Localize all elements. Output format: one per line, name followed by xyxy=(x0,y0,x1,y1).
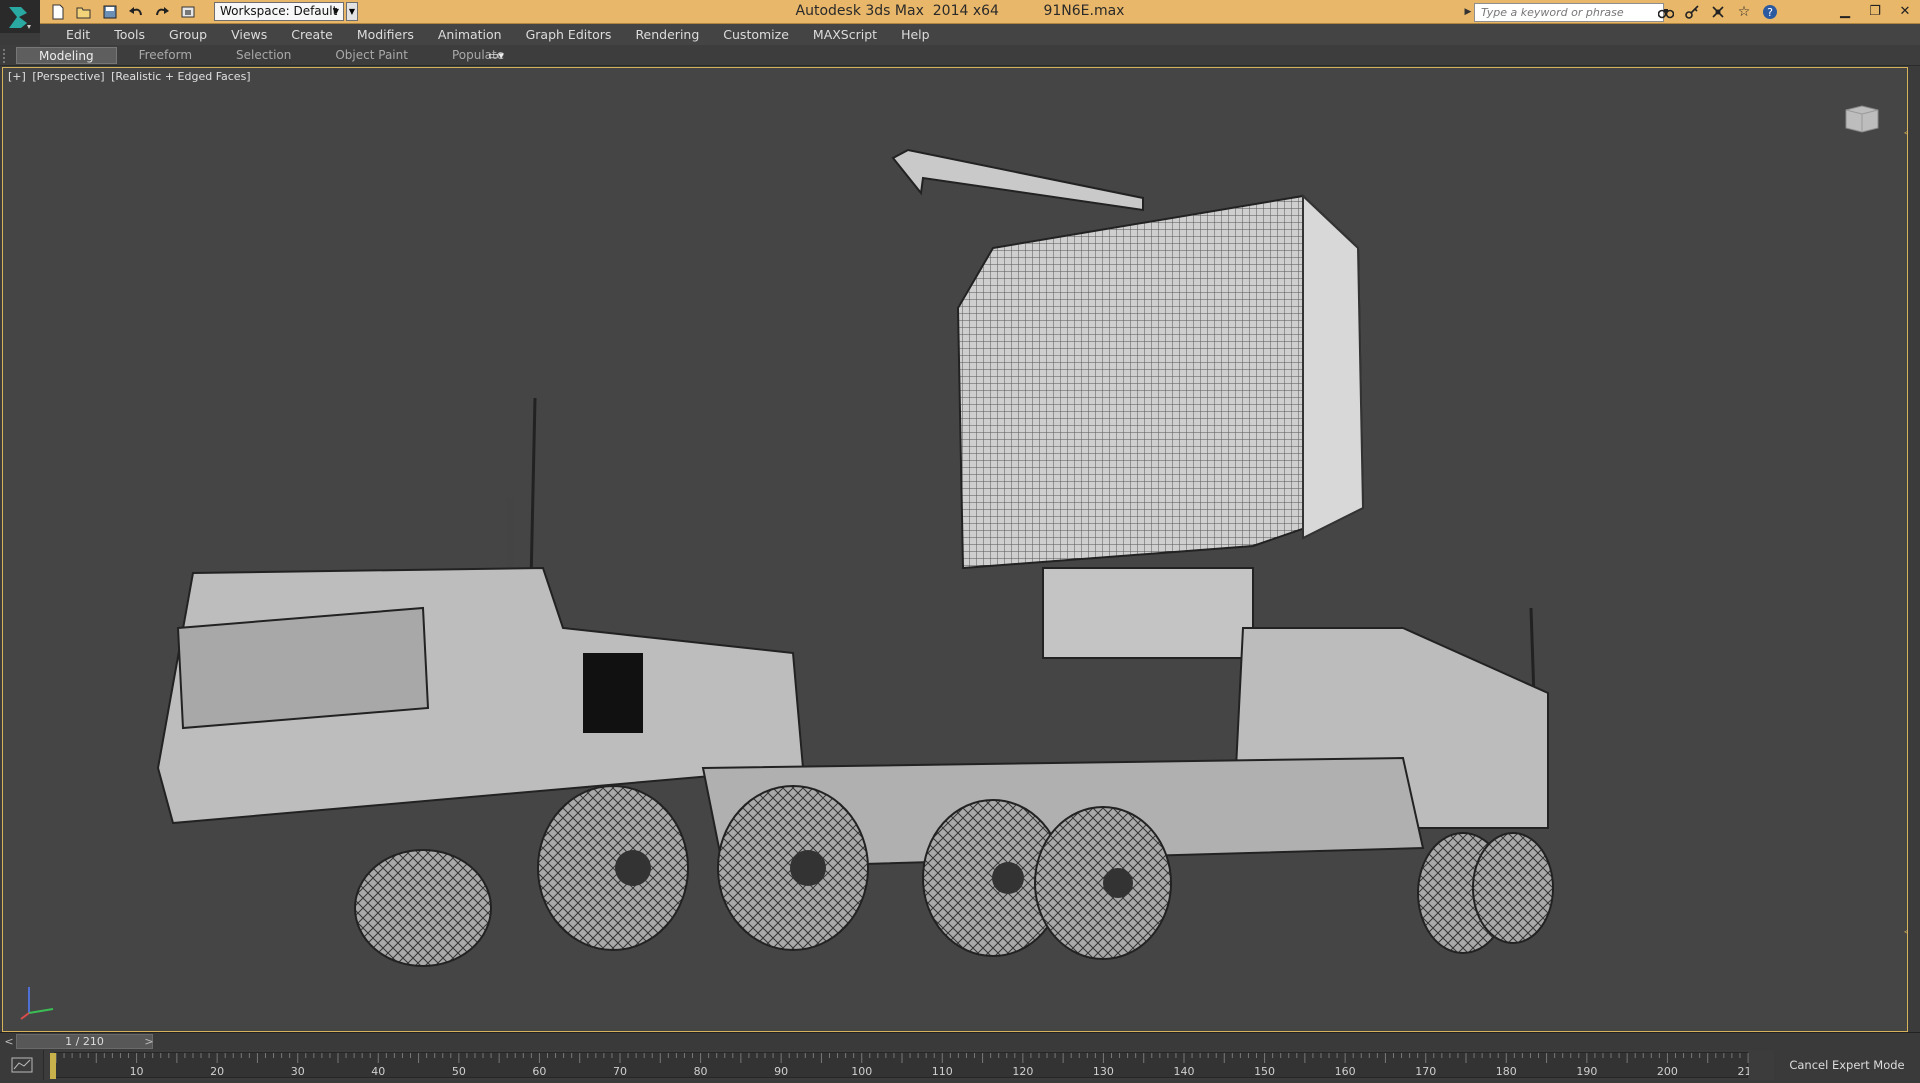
app-menu-button[interactable] xyxy=(0,0,40,33)
timeline-tick-label: 50 xyxy=(452,1065,466,1078)
tab-freeform[interactable]: Freeform xyxy=(117,47,214,64)
key-icon[interactable] xyxy=(1682,2,1702,22)
close-button[interactable]: ✕ xyxy=(1890,0,1920,22)
menu-bar: Edit Tools Group Views Create Modifiers … xyxy=(40,24,1920,45)
tab-selection[interactable]: Selection xyxy=(214,47,313,64)
axis-tripod-icon xyxy=(20,987,54,1020)
timeline-tick-label: 30 xyxy=(291,1065,305,1078)
ribbon-grip-icon[interactable] xyxy=(3,49,9,63)
quick-access-toolbar xyxy=(48,2,198,22)
infocenter-icons: ☆ ? xyxy=(1656,2,1780,22)
timeline-tick-label: 170 xyxy=(1415,1065,1436,1078)
timeline-tick-label: 120 xyxy=(1012,1065,1033,1078)
infocenter-search: ▶ Type a keyword or phrase xyxy=(1462,2,1664,22)
timeline-tick-label: 20 xyxy=(210,1065,224,1078)
open-file-icon[interactable] xyxy=(74,3,94,21)
time-slider-prev-button[interactable]: < xyxy=(2,1033,16,1050)
time-slider-thumb[interactable]: 1 / 210 xyxy=(16,1034,153,1049)
curve-editor-icon xyxy=(11,1057,32,1073)
timeline-tick-label: 80 xyxy=(694,1065,708,1078)
viewport-edge-marker-icon: ◁ xyxy=(1904,125,1907,139)
undo-icon[interactable] xyxy=(126,3,146,21)
timeline-tick-label: 110 xyxy=(932,1065,953,1078)
timeline-tick-label: 130 xyxy=(1093,1065,1114,1078)
project-folder-icon[interactable] xyxy=(178,3,198,21)
help-icon[interactable]: ? xyxy=(1760,2,1780,22)
restore-button[interactable]: ❐ xyxy=(1860,0,1890,22)
window-controls: ▁ ❐ ✕ xyxy=(1830,0,1920,22)
timeline-tick-label: 160 xyxy=(1335,1065,1356,1078)
timeline-ruler[interactable]: 10 20 30 40 50 60 70 80 90 100 110 120 130 140 150 160 1… xyxy=(54,1052,1759,1078)
ribbon-tabs: Modeling Freeform Selection Object Paint… xyxy=(16,47,526,64)
menu-views[interactable]: Views xyxy=(219,24,279,45)
timeline-tick-label: 140 xyxy=(1174,1065,1195,1078)
workspace-value: Workspace: Default xyxy=(220,4,338,18)
chevron-down-icon: ▼ xyxy=(332,7,339,16)
menu-maxscript[interactable]: MAXScript xyxy=(801,24,889,45)
ribbon-minimize-toggle-icon[interactable]: ▭▾ xyxy=(488,49,504,62)
menu-group[interactable]: Group xyxy=(157,24,219,45)
current-frame-indicator[interactable] xyxy=(50,1053,56,1079)
search-input[interactable]: Type a keyword or phrase xyxy=(1474,2,1664,22)
menu-help[interactable]: Help xyxy=(889,24,942,45)
timeline-tick-label: 210 xyxy=(1738,1065,1750,1078)
time-slider[interactable]: < 1 / 210 > xyxy=(0,1032,1920,1050)
tab-populate[interactable]: Populate xyxy=(430,47,526,64)
timeline-tick-label: 40 xyxy=(371,1065,385,1078)
new-file-icon[interactable] xyxy=(48,3,68,21)
menu-rendering[interactable]: Rendering xyxy=(623,24,711,45)
mini-curve-editor-toggle[interactable] xyxy=(0,1050,44,1080)
timeline-tick-label: 100 xyxy=(851,1065,872,1078)
viewport-edge-marker-icon: ◁ xyxy=(1904,924,1907,938)
binoculars-icon[interactable] xyxy=(1656,2,1676,22)
quick-access-customize-button[interactable]: ▼ xyxy=(346,2,358,21)
tab-modeling[interactable]: Modeling xyxy=(16,47,117,64)
menu-customize[interactable]: Customize xyxy=(711,24,801,45)
svg-text:?: ? xyxy=(1767,6,1773,19)
timeline-tick-label: 10 xyxy=(130,1065,144,1078)
timeline-tick-label: 200 xyxy=(1657,1065,1678,1078)
minimize-button[interactable]: ▁ xyxy=(1830,0,1860,22)
menu-modifiers[interactable]: Modifiers xyxy=(345,24,426,45)
app-name: Autodesk 3ds Max 2014 x64 xyxy=(795,3,999,19)
menu-edit[interactable]: Edit xyxy=(54,24,102,45)
timeline-tick-label: 180 xyxy=(1496,1065,1517,1078)
menu-animation[interactable]: Animation xyxy=(426,24,514,45)
menu-create[interactable]: Create xyxy=(279,24,345,45)
timeline-tick-label: 90 xyxy=(774,1065,788,1078)
ribbon-bar: Modeling Freeform Selection Object Paint… xyxy=(0,45,1920,66)
star-icon[interactable] xyxy=(1708,2,1728,22)
timeline-ticks: 10 20 30 40 50 60 70 80 90 100 110 120 130 140 150 160 1… xyxy=(55,1053,1759,1078)
file-name: 91N6E.max xyxy=(1043,3,1125,19)
redo-icon[interactable] xyxy=(152,3,172,21)
tab-object-paint[interactable]: Object Paint xyxy=(313,47,430,64)
search-expand-icon[interactable]: ▶ xyxy=(1462,3,1474,22)
save-icon[interactable] xyxy=(100,3,120,21)
timeline-tick-label: 60 xyxy=(532,1065,546,1078)
perspective-viewport[interactable]: [+] [Perspective] [Realistic + Edged Fac… xyxy=(2,67,1908,1032)
workspace-dropdown[interactable]: Workspace: Default ▼ xyxy=(214,2,344,21)
menu-graph-editors[interactable]: Graph Editors xyxy=(514,24,624,45)
track-bar: 10 20 30 40 50 60 70 80 90 100 110 120 130 140 150 160 1… xyxy=(0,1050,1920,1080)
cancel-expert-mode-button[interactable]: Cancel Expert Mode xyxy=(1774,1050,1920,1080)
menu-tools[interactable]: Tools xyxy=(102,24,157,45)
timeline-tick-label: 70 xyxy=(613,1065,627,1078)
max-logo-icon xyxy=(9,6,31,29)
title-bar: Workspace: Default ▼ ▼ Autodesk 3ds Max … xyxy=(0,0,1920,33)
radar-truck-model[interactable] xyxy=(3,68,1908,1032)
timeline-tick-label: 190 xyxy=(1576,1065,1597,1078)
timeline-tick-label: 150 xyxy=(1254,1065,1275,1078)
favorite-icon[interactable]: ☆ xyxy=(1734,2,1754,22)
time-slider-next-button[interactable]: > xyxy=(142,1033,156,1050)
